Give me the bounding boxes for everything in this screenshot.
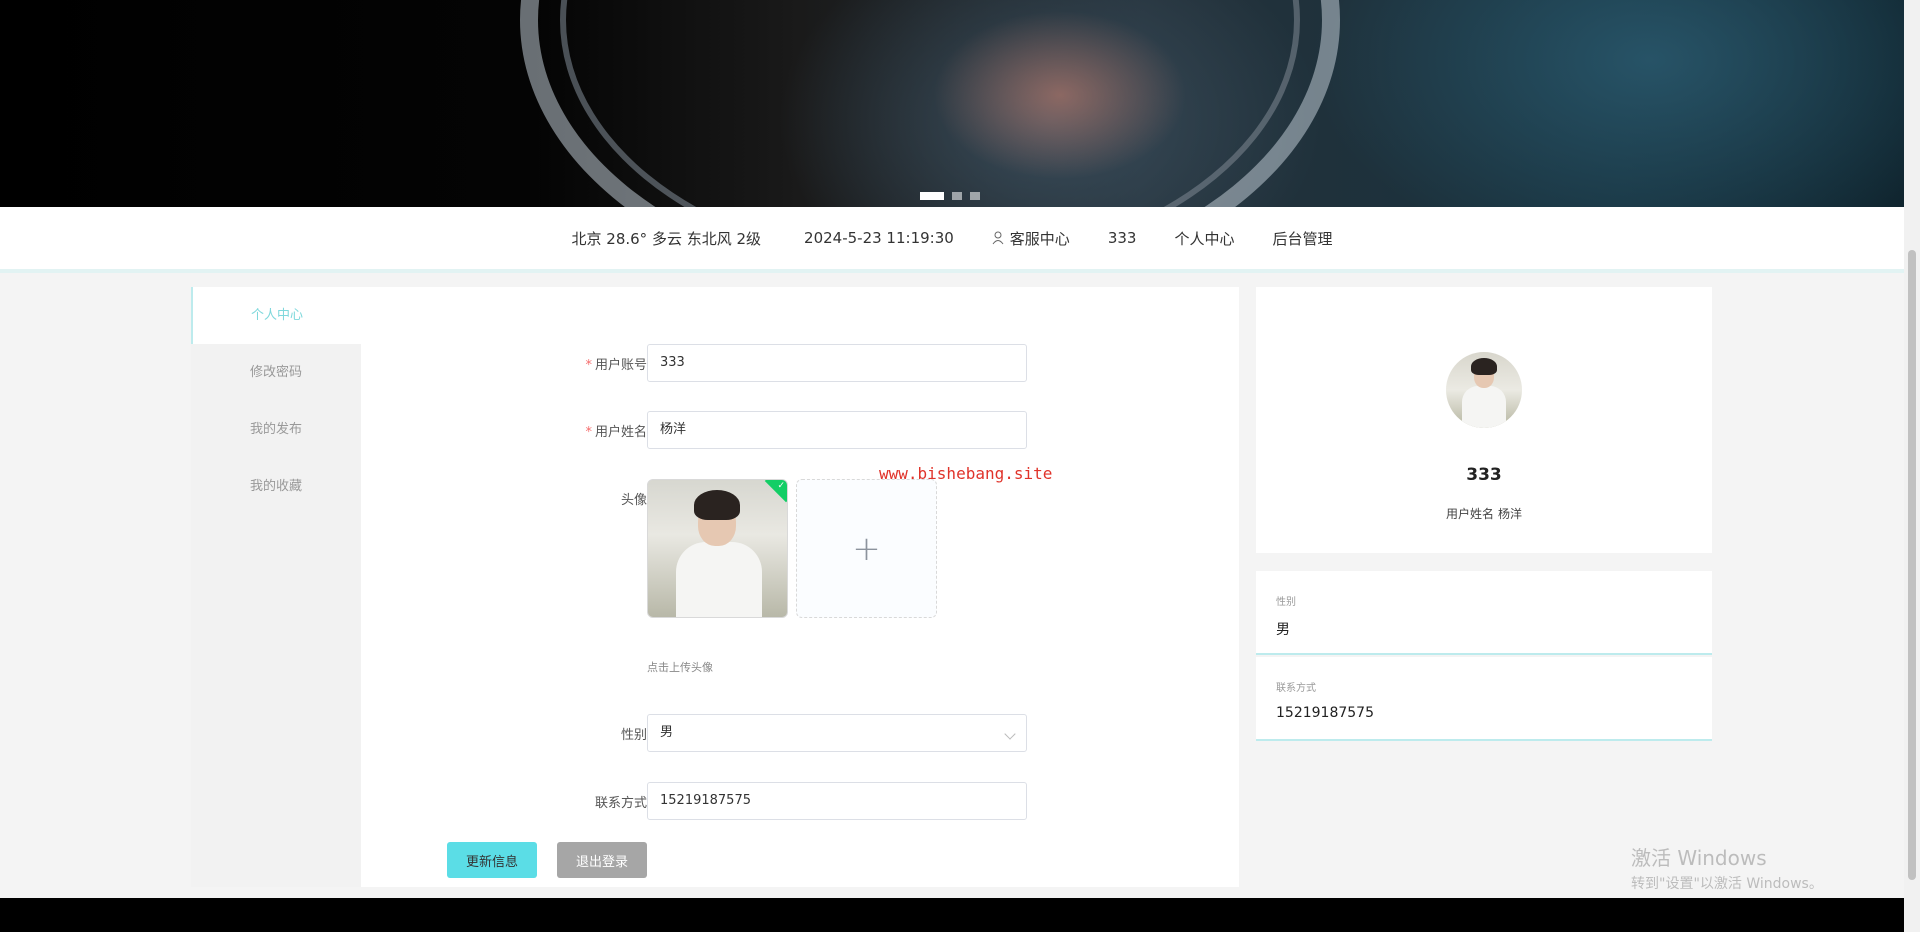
nav-admin[interactable]: 后台管理 — [1272, 228, 1332, 249]
profile-avatar-shirt — [1462, 386, 1506, 428]
scrollbar-thumb[interactable] — [1908, 250, 1916, 880]
windows-activation-subtitle: 转到"设置"以激活 Windows。 — [1631, 876, 1823, 892]
nav-personal-center[interactable]: 个人中心 — [1174, 228, 1234, 249]
contact-info-card: 联系方式 15219187575 — [1256, 657, 1712, 741]
profile-fullname-value: 杨洋 — [1498, 507, 1523, 521]
gender-select[interactable]: 男 — [647, 714, 1027, 752]
avatar-preview[interactable]: ✓ — [647, 479, 788, 618]
profile-avatar — [1446, 352, 1522, 428]
avatar-shirt — [676, 542, 762, 617]
carousel-dot-1[interactable] — [920, 192, 944, 200]
profile-username: 333 — [1466, 465, 1502, 485]
datetime: 2024-5-23 11:19:30 — [804, 229, 954, 247]
required-marker: * — [585, 358, 592, 373]
profile-form-panel: 个人中心 修改密码 我的发布 我的收藏 * 用户账号 333 * 用户姓名 杨洋 头… — [191, 287, 1239, 887]
contact-info-title: 联系方式 — [1276, 683, 1316, 694]
avatar-upload-button[interactable]: + — [796, 479, 937, 618]
site-watermark: www.bishebang.site — [879, 464, 1053, 483]
side-menu-item-personal-center[interactable]: 个人中心 — [191, 287, 361, 344]
name-input[interactable]: 杨洋 — [647, 411, 1027, 449]
profile-fullname-label: 用户姓名 — [1445, 507, 1494, 521]
profile-fullname: 用户姓名 杨洋 — [1256, 505, 1712, 522]
logout-button[interactable]: 退出登录 — [557, 842, 647, 878]
side-menu-item-my-favorites[interactable]: 我的收藏 — [191, 458, 361, 515]
windows-activation-watermark: 激活 Windows 转到"设置"以激活 Windows。 — [1631, 842, 1823, 893]
name-label: * 用户姓名 — [391, 421, 647, 440]
gender-info-card: 性别 男 — [1256, 571, 1712, 655]
contact-input[interactable]: 15219187575 — [647, 782, 1027, 820]
page-scrollbar[interactable] — [1904, 0, 1920, 932]
gender-info-value: 男 — [1276, 622, 1290, 638]
windows-activation-title: 激活 Windows — [1631, 846, 1767, 870]
required-marker: * — [585, 425, 592, 440]
contact-info-value: 15219187575 — [1276, 705, 1374, 721]
account-label: * 用户账号 — [391, 354, 647, 373]
avatar-label: 头像 — [620, 493, 647, 508]
banner-carousel[interactable] — [0, 0, 1904, 207]
gender-select-value: 男 — [660, 725, 674, 740]
gender-label: 性别 — [620, 728, 647, 743]
chevron-down-icon — [1004, 728, 1016, 740]
weather-info: 北京 28.6° 多云 东北风 2级 — [571, 229, 762, 248]
contact-label: 联系方式 — [594, 796, 647, 811]
update-info-button[interactable]: 更新信息 — [447, 842, 537, 878]
profile-avatar-hair — [1471, 358, 1497, 375]
nav-username[interactable]: 333 — [1108, 229, 1137, 247]
footer-bar — [0, 898, 1904, 932]
plus-icon: + — [852, 528, 881, 569]
account-label-text: 用户账号 — [594, 358, 647, 373]
upload-tip: 点击上传头像 — [647, 661, 713, 674]
banner-helmet-inner-graphic — [560, 0, 1300, 207]
customer-service-link[interactable]: 客服中心 — [992, 228, 1070, 249]
side-menu-item-my-posts[interactable]: 我的发布 — [191, 401, 361, 458]
carousel-indicators — [920, 192, 980, 200]
name-label-text: 用户姓名 — [594, 425, 647, 440]
top-nav-bar: 北京 28.6° 多云 东北风 2级 2024-5-23 11:19:30 客服… — [0, 207, 1904, 269]
gender-info-title: 性别 — [1276, 597, 1296, 608]
account-input[interactable]: 333 — [647, 344, 1027, 382]
side-menu: 个人中心 修改密码 我的发布 我的收藏 — [191, 287, 361, 887]
side-menu-item-change-password[interactable]: 修改密码 — [191, 344, 361, 401]
carousel-dot-3[interactable] — [970, 192, 980, 200]
avatar-hair — [694, 490, 740, 520]
profile-summary-card: 333 用户姓名 杨洋 — [1256, 287, 1712, 553]
page: 北京 28.6° 多云 东北风 2级 2024-5-23 11:19:30 客服… — [0, 0, 1920, 932]
customer-service-label: 客服中心 — [1009, 229, 1070, 248]
checkmark-icon: ✓ — [777, 481, 785, 491]
user-outline-icon — [992, 231, 1004, 245]
carousel-dot-2[interactable] — [952, 192, 962, 200]
